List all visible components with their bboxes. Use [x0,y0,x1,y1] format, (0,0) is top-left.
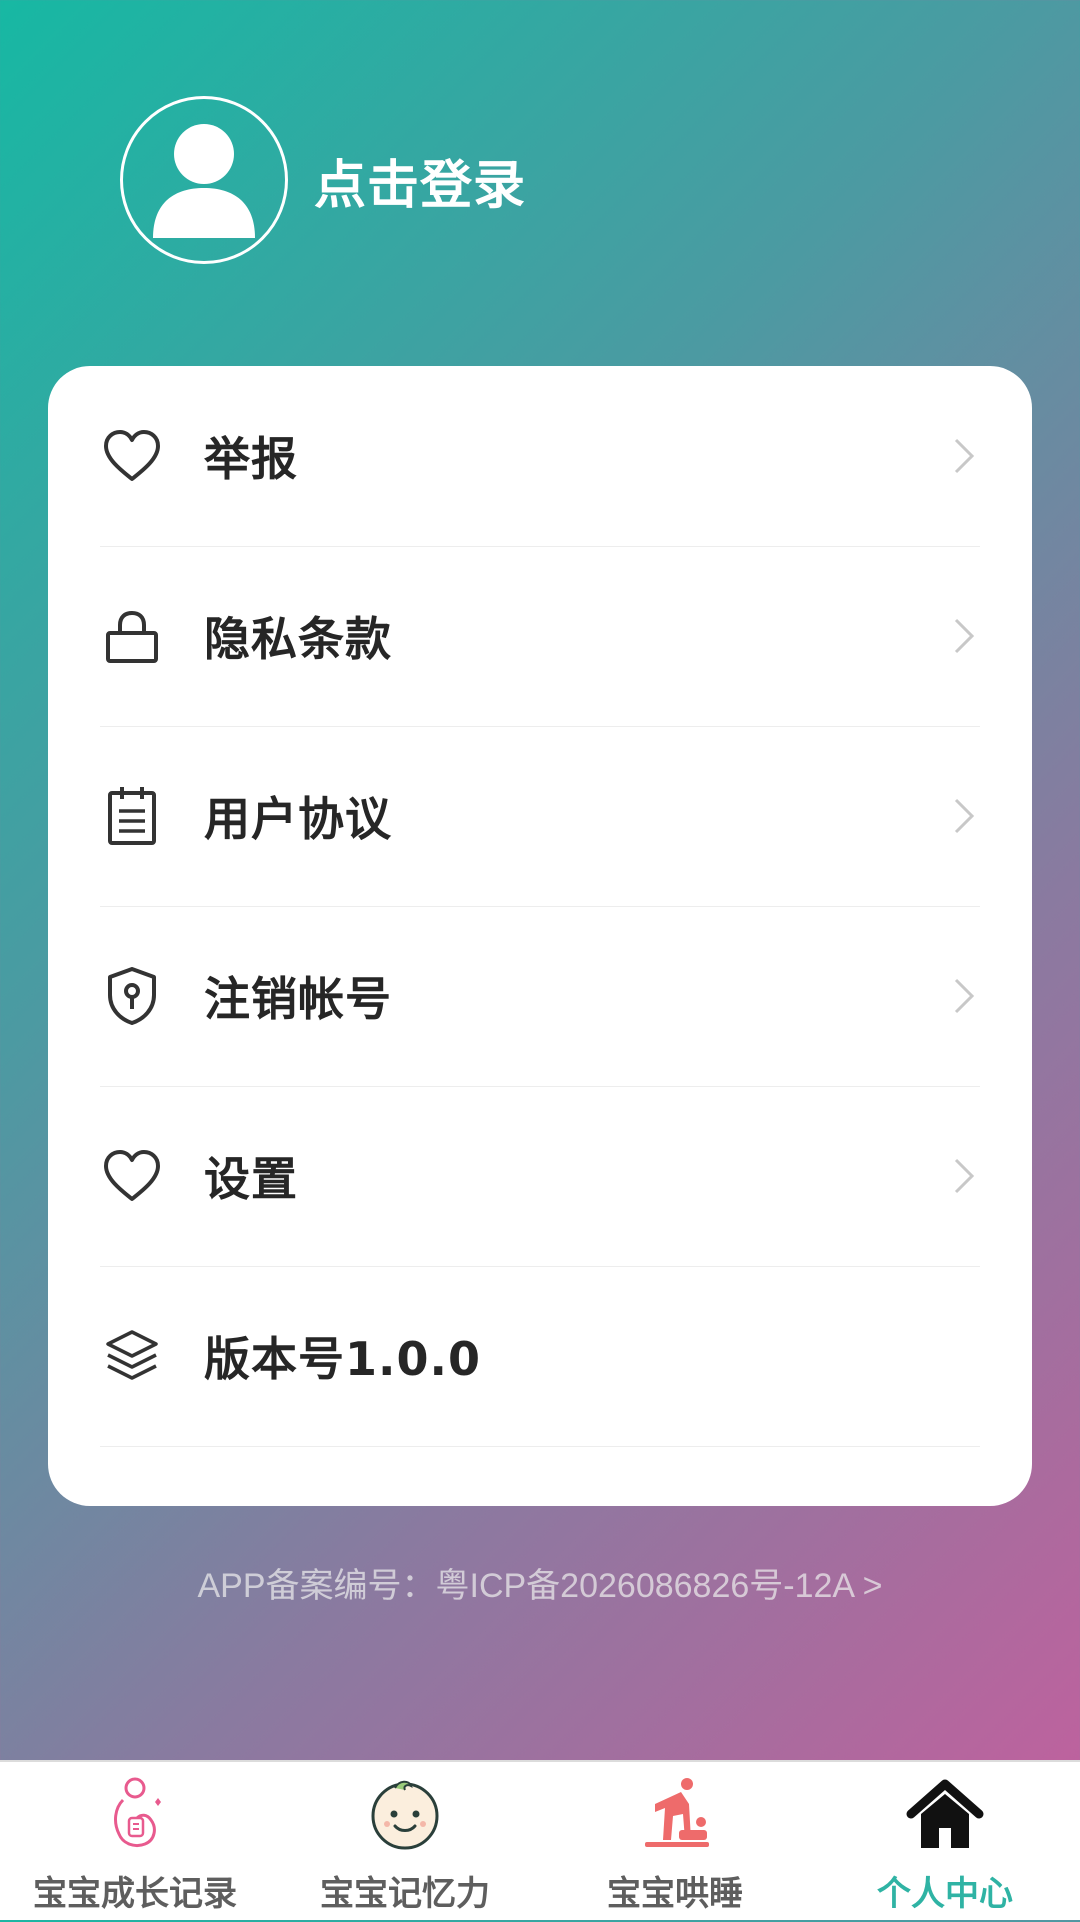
chevron-right-icon [954,1158,975,1194]
tab-baby-memory[interactable]: 宝宝记忆力 [270,1762,540,1922]
pregnant-mother-icon [114,1777,161,1848]
icp-record-link[interactable]: APP备案编号：粤ICP备2026086826号-12A > [0,1558,1080,1607]
login-header[interactable]: 点击登录 [120,96,526,264]
menu-item-report[interactable]: 举报 [100,366,980,547]
version-label: 版本号1.0.0 [204,1332,481,1386]
tab-growth-record[interactable]: 宝宝成长记录 [0,1762,270,1922]
lock-icon [100,604,164,668]
tab-label: 宝宝记忆力 [320,1874,490,1914]
tab-label: 宝宝成长记录 [33,1874,237,1914]
home-icon [906,1779,984,1848]
baby-face-icon [371,1780,439,1850]
heart-icon [100,424,164,488]
menu-item-user-agreement[interactable]: 用户协议 [100,726,980,907]
menu-item-delete-account[interactable]: 注销帐号 [100,906,980,1087]
layers-icon [100,1324,164,1388]
menu-item-label: 隐私条款 [204,612,392,666]
login-label[interactable]: 点击登录 [314,143,526,218]
diaper-change-icon [645,1778,709,1847]
chevron-right-icon [954,618,975,654]
tab-baby-sleep[interactable]: 宝宝哄睡 [540,1762,810,1922]
chevron-right-icon [954,438,975,474]
menu-item-privacy[interactable]: 隐私条款 [100,546,980,727]
menu-item-label: 设置 [204,1152,298,1206]
shield-key-icon [100,964,164,1028]
tab-label: 个人中心 [877,1874,1013,1914]
document-icon [100,784,164,848]
tab-personal-center[interactable]: 个人中心 [810,1762,1080,1922]
menu-item-label: 用户协议 [204,792,392,846]
tab-label: 宝宝哄睡 [607,1874,743,1914]
menu-card: 举报 隐私条款 用户协议 注销帐号 设置 版本号1.0.0 [48,366,1032,1506]
avatar[interactable] [120,96,288,264]
heart-icon [100,1144,164,1208]
menu-item-settings[interactable]: 设置 [100,1086,980,1267]
menu-item-label: 注销帐号 [204,972,392,1026]
bottom-tab-bar: 宝宝成长记录 宝宝记忆力 宝宝哄睡 个人中心 [0,1760,1080,1920]
chevron-right-icon [954,978,975,1014]
chevron-right-icon [954,798,975,834]
menu-item-version: 版本号1.0.0 [100,1266,980,1447]
user-avatar-icon [153,124,255,238]
menu-item-label: 举报 [204,432,298,486]
